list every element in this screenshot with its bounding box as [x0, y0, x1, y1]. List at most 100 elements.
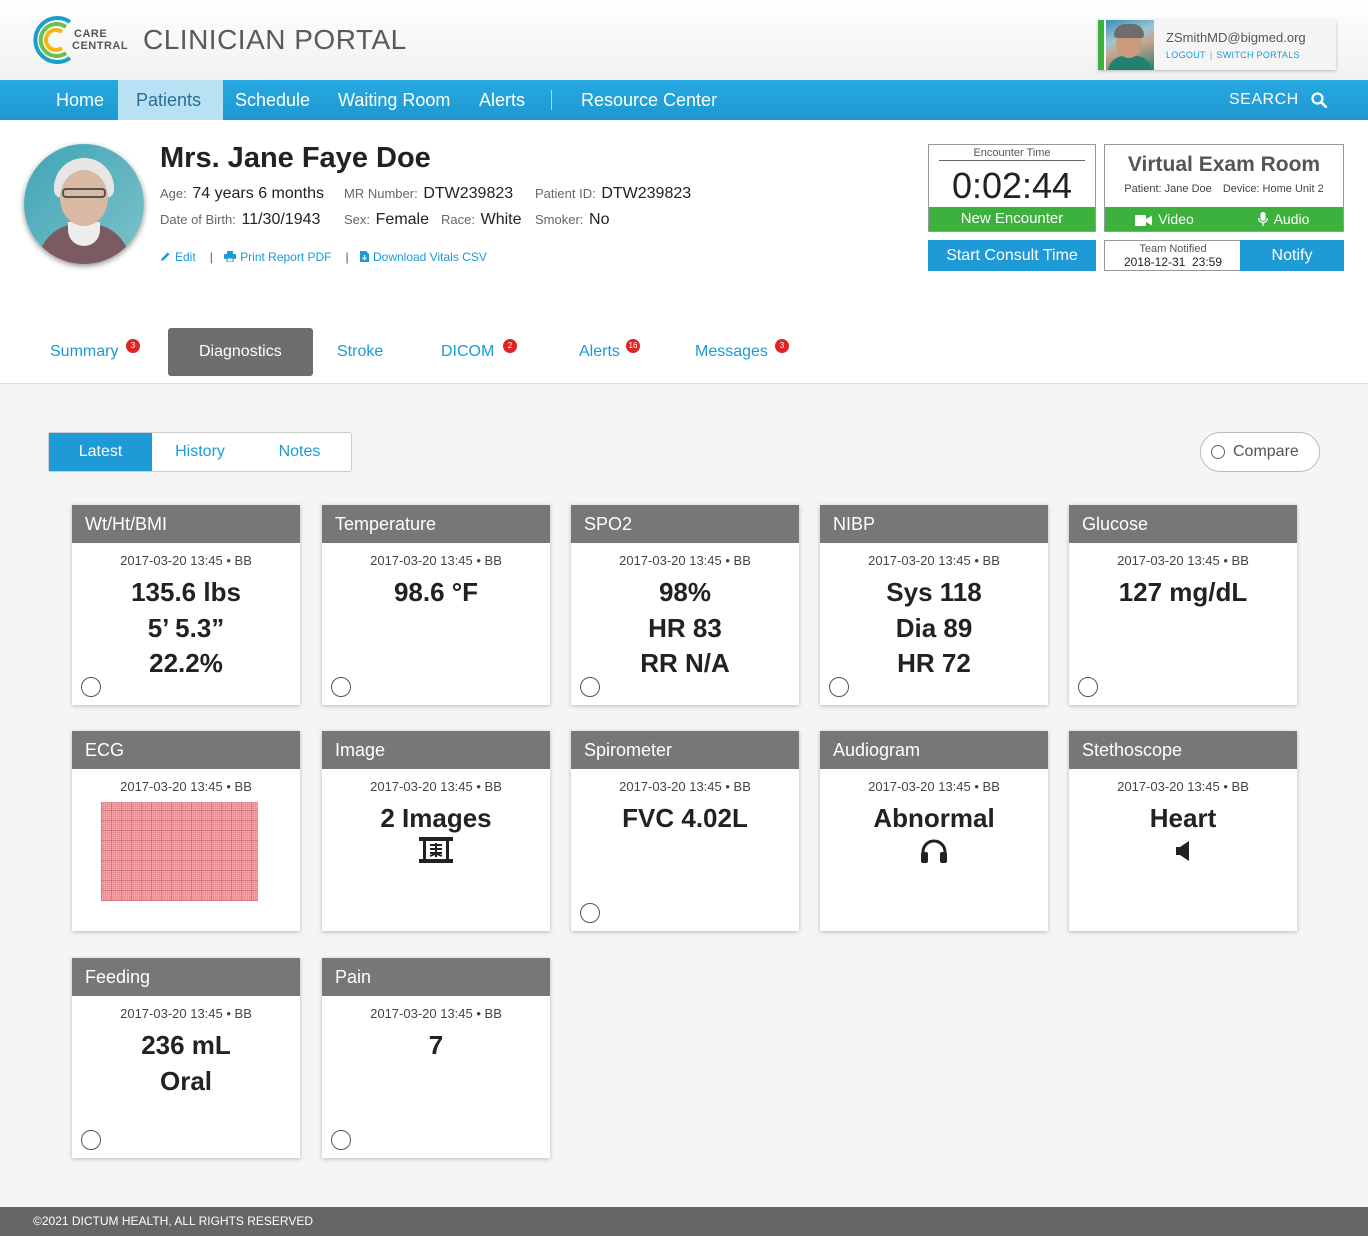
card-select-radio[interactable] [81, 1130, 101, 1150]
messages-badge: 3 [775, 339, 789, 353]
card-timestamp: 2017-03-20 13:45 • BB [120, 1006, 252, 1021]
vital-card-stethoscope[interactable]: Stethoscope 2017-03-20 13:45 • BB Heart [1069, 731, 1297, 931]
virtual-exam-room-box: Virtual Exam Room Patient: Jane Doe Devi… [1104, 144, 1344, 232]
card-values: 135.6 lbs 5’ 5.3” 22.2% [72, 575, 300, 682]
patient-photo [24, 144, 144, 264]
card-title: NIBP [820, 505, 1048, 543]
card-timestamp: 2017-03-20 13:45 • BB [120, 779, 252, 794]
card-select-radio[interactable] [580, 903, 600, 923]
card-select-radio[interactable] [331, 1130, 351, 1150]
nav-alerts[interactable]: Alerts [461, 80, 543, 120]
card-value: HR 72 [897, 648, 971, 678]
card-timestamp: 2017-03-20 13:45 • BB [868, 553, 1000, 568]
pencil-icon [160, 252, 170, 262]
compare-button[interactable]: Compare [1200, 432, 1320, 472]
card-value: Abnormal [873, 803, 995, 833]
alerts-badge: 16 [626, 339, 640, 353]
vital-card-pain: Pain 2017-03-20 13:45 • BB 7 [322, 958, 550, 1158]
search-label: SEARCH [1229, 91, 1299, 108]
virtual-exam-info: Patient: Jane Doe Device: Home Unit 2 [1105, 183, 1343, 195]
start-consult-button[interactable]: Start Consult Time [928, 240, 1096, 271]
tab-messages[interactable]: Messages [695, 328, 768, 376]
card-title: Stethoscope [1069, 731, 1297, 769]
card-values: 7 [322, 1028, 550, 1064]
card-value: 2 Images [380, 803, 492, 833]
card-value: 5’ 5.3” [147, 612, 225, 643]
subtab-latest[interactable]: Latest [49, 433, 152, 471]
print-report-link[interactable]: Print Report PDF [224, 250, 332, 264]
vital-card-image[interactable]: Image 2017-03-20 13:45 • BB 2 Images [322, 731, 550, 931]
nav-waiting-room[interactable]: Waiting Room [320, 80, 468, 120]
card-timestamp: 2017-03-20 13:45 • BB [370, 779, 502, 794]
team-notified-box: Team Notified 2018-12-31 23:59 Notify [1104, 240, 1344, 271]
edit-link[interactable]: Edit [160, 250, 196, 264]
vital-card-audiogram[interactable]: Audiogram 2017-03-20 13:45 • BB Abnormal [820, 731, 1048, 931]
patient-actions: Edit | Print Report PDF | Download Vital… [160, 250, 493, 264]
nav-divider [551, 90, 552, 110]
portal-title: CLINICIAN PORTAL [143, 24, 407, 55]
card-select-radio[interactable] [331, 677, 351, 697]
vital-card-temperature: Temperature 2017-03-20 13:45 • BB 98.6 °… [322, 505, 550, 705]
card-title: Image [322, 731, 550, 769]
tab-alerts[interactable]: Alerts [579, 328, 620, 376]
tab-dicom[interactable]: DICOM [441, 328, 494, 376]
card-select-radio[interactable] [580, 677, 600, 697]
search-button[interactable]: SEARCH [1229, 80, 1327, 120]
vital-card-feeding: Feeding 2017-03-20 13:45 • BB 236 mL Ora… [72, 958, 300, 1158]
patient-sex: Sex: Female [344, 211, 429, 228]
audio-button[interactable]: Audio [1224, 207, 1343, 231]
card-timestamp: 2017-03-20 13:45 • BB [370, 1006, 502, 1021]
new-encounter-button[interactable]: New Encounter [929, 207, 1095, 231]
tab-summary[interactable]: Summary [50, 328, 118, 376]
subtab-notes[interactable]: Notes [248, 433, 351, 471]
headphones-icon[interactable] [820, 839, 1048, 868]
card-value: 236 mL [141, 1030, 231, 1060]
logo-line-1: CARE [74, 28, 108, 40]
video-button[interactable]: Video [1105, 207, 1224, 231]
view-subtabs: Latest History Notes [48, 432, 352, 472]
download-vitals-link[interactable]: Download Vitals CSV [359, 250, 487, 264]
switch-portals-link[interactable]: SWITCH PORTALS [1216, 50, 1299, 60]
card-value: HR 83 [648, 612, 722, 643]
ecg-strip-thumbnail[interactable] [101, 802, 258, 901]
nav-schedule[interactable]: Schedule [217, 80, 328, 120]
subtab-history[interactable]: History [152, 433, 248, 471]
search-icon [1311, 92, 1327, 108]
card-timestamp: 2017-03-20 13:45 • BB [619, 553, 751, 568]
card-value: FVC 4.02L [622, 803, 748, 833]
file-download-icon [359, 251, 369, 262]
encounter-time-label: Encounter Time [973, 147, 1051, 159]
vital-card-wt-ht-bmi: Wt/Ht/BMI 2017-03-20 13:45 • BB 135.6 lb… [72, 505, 300, 705]
tab-stroke[interactable]: Stroke [337, 328, 383, 376]
card-title: Temperature [322, 505, 550, 543]
card-select-radio[interactable] [81, 677, 101, 697]
video-camera-icon [1135, 215, 1153, 226]
card-values: 98% HR 83 RR N/A [571, 575, 799, 682]
card-timestamp: 2017-03-20 13:45 • BB [1117, 779, 1249, 794]
card-timestamp: 2017-03-20 13:45 • BB [868, 779, 1000, 794]
card-select-radio[interactable] [1078, 677, 1098, 697]
card-values: 127 mg/dL [1069, 575, 1297, 611]
patient-header: Mrs. Jane Faye Doe Age: 74 years 6 month… [0, 120, 1368, 384]
patient-id: Patient ID: DTW239823 [535, 185, 692, 202]
card-title: Audiogram [820, 731, 1048, 769]
nav-resource-center[interactable]: Resource Center [563, 80, 735, 120]
vital-card-ecg[interactable]: ECG 2017-03-20 13:45 • BB [72, 731, 300, 931]
speaker-icon[interactable] [1069, 841, 1297, 866]
tab-diagnostics[interactable]: Diagnostics [168, 328, 313, 376]
card-value: Sys 118 [886, 577, 982, 607]
card-values: Sys 118 Dia 89 HR 72 [820, 575, 1048, 682]
notify-button[interactable]: Notify [1240, 240, 1344, 271]
vital-card-spo2: SPO2 2017-03-20 13:45 • BB 98% HR 83 RR … [571, 505, 799, 705]
card-select-radio[interactable] [829, 677, 849, 697]
card-value: 98% [658, 577, 712, 607]
nav-home[interactable]: Home [38, 80, 122, 120]
card-value: 127 mg/dL [1118, 577, 1248, 607]
card-value: Oral [159, 1065, 213, 1096]
patient-mr-number: MR Number: DTW239823 [344, 185, 514, 202]
card-title: SPO2 [571, 505, 799, 543]
logout-link[interactable]: LOGOUT [1166, 50, 1206, 60]
virtual-exam-title: Virtual Exam Room [1127, 153, 1321, 176]
card-value: Dia 89 [895, 612, 973, 643]
nav-patients[interactable]: Patients [118, 80, 223, 120]
